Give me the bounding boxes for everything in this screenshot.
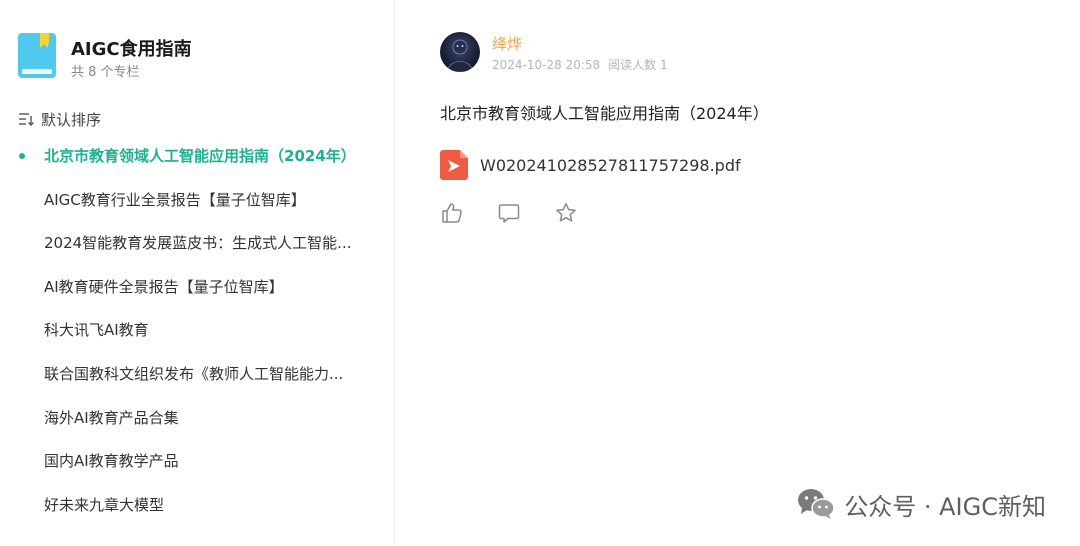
avatar-figure-icon — [446, 39, 474, 72]
article-title: 国内AI教育教学产品 — [44, 452, 179, 471]
article-item[interactable]: AIGC教育行业全景报告【量子位智库】 — [0, 181, 394, 225]
like-icon[interactable] — [440, 201, 464, 225]
article-title: AI教育硬件全景报告【量子位智库】 — [44, 277, 284, 296]
sort-icon — [19, 113, 34, 126]
attachment-filename: W020241028527811757298.pdf — [480, 155, 741, 175]
post-meta: 2024-10-28 20:58 阅读人数 1 — [492, 56, 668, 73]
pdf-attachment[interactable]: W020241028527811757298.pdf — [440, 150, 741, 180]
post-datetime: 2024-10-28 20:58 — [492, 58, 601, 72]
article-title: 北京市教育领域人工智能应用指南（2024年） — [44, 147, 356, 165]
article-title: 联合国教科文组织发布《教师人工智能能力... — [44, 364, 344, 383]
watermark: 公众号 · AIGC新知 — [796, 486, 1046, 522]
article-item[interactable]: AI教育硬件全景报告【量子位智库】 — [0, 268, 394, 312]
article-title: 好未来九章大模型 — [44, 495, 165, 514]
sidebar: AIGC食用指南 共 8 个专栏 默认排序 北京市教育领域人工智能应用指南（20… — [0, 0, 395, 546]
author-avatar[interactable] — [440, 32, 480, 72]
sort-label: 默认排序 — [41, 110, 102, 129]
article-item[interactable]: 海外AI教育产品合集 — [0, 399, 394, 443]
post-panel: 绛烨 2024-10-28 20:58 阅读人数 1 北京市教育领域人工智能应用指… — [396, 0, 1080, 546]
article-item[interactable]: 2024智能教育发展蓝皮书：生成式人工智能... — [0, 224, 394, 268]
sort-button[interactable]: 默认排序 — [18, 109, 101, 129]
column-title: AIGC食用指南 — [71, 39, 192, 60]
comment-icon[interactable] — [497, 201, 521, 225]
pdf-icon — [440, 150, 468, 180]
active-dot-icon — [19, 153, 25, 159]
article-item[interactable]: 科大讯飞AI教育 — [0, 311, 394, 355]
article-title: 海外AI教育产品合集 — [44, 408, 179, 427]
post-text: 北京市教育领域人工智能应用指南（2024年） — [440, 104, 769, 123]
article-title: 科大讯飞AI教育 — [44, 321, 149, 340]
watermark-text: 公众号 · AIGC新知 — [844, 492, 1046, 521]
column-count: 共 8 个专栏 — [71, 65, 140, 80]
article-title: 2024智能教育发展蓝皮书：生成式人工智能... — [44, 234, 352, 253]
book-icon — [18, 33, 56, 78]
article-item[interactable]: 好未来九章大模型 — [0, 486, 394, 530]
wechat-icon — [798, 489, 835, 519]
article-item[interactable]: 国内AI教育教学产品 — [0, 442, 394, 486]
read-count: 阅读人数 1 — [608, 58, 668, 72]
article-item-active[interactable]: 北京市教育领域人工智能应用指南（2024年） — [0, 137, 394, 181]
post-actions — [440, 201, 578, 225]
author-name[interactable]: 绛烨 — [492, 33, 522, 54]
article-item[interactable]: 联合国教科文组织发布《教师人工智能能力... — [0, 355, 394, 399]
article-title: AIGC教育行业全景报告【量子位智库】 — [44, 190, 306, 209]
favorite-icon[interactable] — [554, 201, 578, 225]
article-list: 北京市教育领域人工智能应用指南（2024年） AIGC教育行业全景报告【量子位智… — [0, 137, 394, 529]
